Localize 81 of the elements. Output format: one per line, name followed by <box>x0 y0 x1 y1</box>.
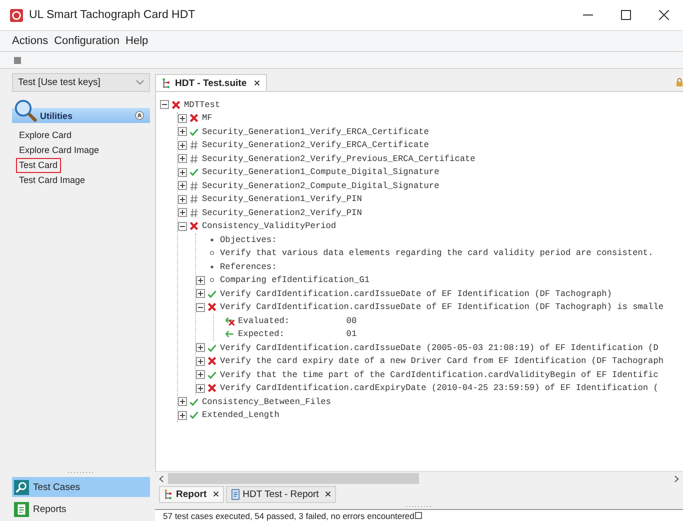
scroll-right-icon[interactable] <box>674 474 679 482</box>
splitter-grip-icon[interactable] <box>405 505 433 508</box>
tree-item-label[interactable]: Consistency_ValidityPeriod <box>202 221 336 232</box>
tree-item-label[interactable]: Verify that the time part of the CardIdentification.cardValidityBegin of EF Identific <box>220 370 658 380</box>
tree-item-label[interactable]: MF <box>202 113 212 124</box>
editor-tab[interactable]: HDT - Test.suite <box>155 74 267 91</box>
expand-icon[interactable] <box>178 181 187 190</box>
nav-item[interactable]: Test Cases <box>12 477 150 497</box>
expand-icon[interactable] <box>178 194 187 204</box>
tree-item-label[interactable]: Consistency_Between_Files <box>202 396 331 407</box>
tree-item-label[interactable]: MDTTest <box>184 100 220 110</box>
sidebar-item[interactable]: Test Card Image <box>16 173 88 188</box>
collapse-icon[interactable] <box>196 302 205 312</box>
tree-icon <box>164 488 173 500</box>
tree-item-label[interactable]: Security_Generation2_Verify_ERCA_Certificate <box>202 140 429 150</box>
sidebar-item[interactable]: Explore Card <box>16 128 75 143</box>
close-icon[interactable] <box>212 491 219 497</box>
tree-item-value: 00 <box>346 316 357 326</box>
magnifier-icon <box>14 99 38 123</box>
nav-item[interactable]: Reports <box>12 499 150 519</box>
close-icon <box>659 10 669 20</box>
report-tab[interactable]: Report <box>159 486 224 502</box>
collapse-icon[interactable] <box>160 100 169 110</box>
profile-dropdown[interactable]: Test [Use test keys] <box>12 73 150 92</box>
expand-icon[interactable] <box>196 289 205 298</box>
tree-item-label[interactable]: Verify that various data elements regarding the card validity period are consistent. <box>220 248 654 258</box>
menu-item[interactable]: Help <box>126 35 148 47</box>
close-icon[interactable] <box>254 80 260 86</box>
close-icon[interactable] <box>324 491 331 497</box>
expand-icon[interactable] <box>178 154 187 164</box>
expand-icon[interactable] <box>196 356 205 366</box>
expand-icon[interactable] <box>178 410 187 420</box>
sidebar-item[interactable]: Test Card <box>16 158 61 173</box>
expand-icon[interactable] <box>178 140 187 150</box>
tree-item-label[interactable]: Evaluated: <box>238 316 346 326</box>
tree-icon <box>162 78 171 88</box>
sidebar-item[interactable]: Explore Card Image <box>16 143 102 158</box>
report-tab[interactable]: HDT Test - Report <box>226 486 336 502</box>
tree-item-label[interactable]: Verify the card expiry date of a new Driver Card from EF Identification (DF Tachograph <box>220 356 664 366</box>
tree-item-label[interactable]: References: <box>220 262 277 272</box>
scroll-left-icon[interactable] <box>159 474 164 482</box>
status-message: 57 test cases executed, 54 passed, 3 failed, no errors encountered <box>163 510 414 520</box>
tree-item-label[interactable]: Comparing efIdentification_G1 <box>220 275 370 286</box>
tree-item-label[interactable]: Verify CardIdentification.cardIssueDate of EF Identification (DF Tachograph) <box>220 288 612 299</box>
window-title: UL Smart Tachograph Card HDT <box>29 9 196 21</box>
tree-item-label[interactable]: Security_Generation2_Compute_Digital_Signature <box>202 180 440 191</box>
tree-item-label[interactable]: Extended_Length <box>202 410 280 420</box>
expand-icon[interactable] <box>196 276 205 285</box>
document-icon <box>230 488 240 500</box>
tree-item-label[interactable]: Security_Generation1_Verify_ERCA_Certificate <box>202 126 429 137</box>
stop-icon[interactable] <box>14 56 21 64</box>
expand-icon[interactable] <box>196 343 205 352</box>
collapse-icon[interactable] <box>178 222 187 231</box>
magnifier-icon <box>14 480 29 494</box>
expand-icon[interactable] <box>178 397 187 406</box>
expand-icon[interactable] <box>178 127 187 136</box>
tree-item-label[interactable]: Security_Generation2_Verify_PIN <box>202 208 362 218</box>
tree-item-label[interactable]: Security_Generation2_Verify_Previous_ERCA_Certificate <box>202 154 476 164</box>
maximize-icon <box>621 10 631 20</box>
expand-icon[interactable] <box>178 114 187 123</box>
document-icon <box>14 502 29 516</box>
tree-item-label[interactable]: Objectives: <box>220 234 277 245</box>
app-logo-icon <box>10 8 23 22</box>
lock-icon[interactable] <box>676 78 683 87</box>
tree-item-label[interactable]: Security_Generation1_Verify_PIN <box>202 194 362 204</box>
expand-icon[interactable] <box>196 370 205 380</box>
chevron-down-icon <box>136 80 144 85</box>
tree-item-label[interactable]: Verify CardIdentification.cardIssueDate of EF Identification (DF Tachograph) is smalle <box>220 302 664 312</box>
tree-item-label[interactable]: Expected: <box>238 329 346 340</box>
tree-item-label[interactable]: Verify CardIdentification.cardExpiryDate (2010-04-25 23:59:59) of EF Identification ( <box>220 383 658 394</box>
menu-item[interactable]: Configuration <box>54 35 120 47</box>
tree-item-label[interactable]: Verify CardIdentification.cardIssueDate (2005-05-03 21:08:19) of EF Identification (D <box>220 342 658 353</box>
tree-item-label[interactable]: Security_Generation1_Compute_Digital_Signature <box>202 167 440 178</box>
utilities-header[interactable]: Utilities <box>12 108 150 123</box>
expand-icon[interactable] <box>196 384 205 393</box>
expand-icon[interactable] <box>178 208 187 218</box>
expand-icon[interactable] <box>178 168 187 177</box>
collapse-icon[interactable] <box>135 111 144 120</box>
splitter-grip-icon[interactable] <box>67 471 95 474</box>
tree-item-value: 01 <box>346 329 357 340</box>
menu-item[interactable]: Actions <box>12 35 48 47</box>
